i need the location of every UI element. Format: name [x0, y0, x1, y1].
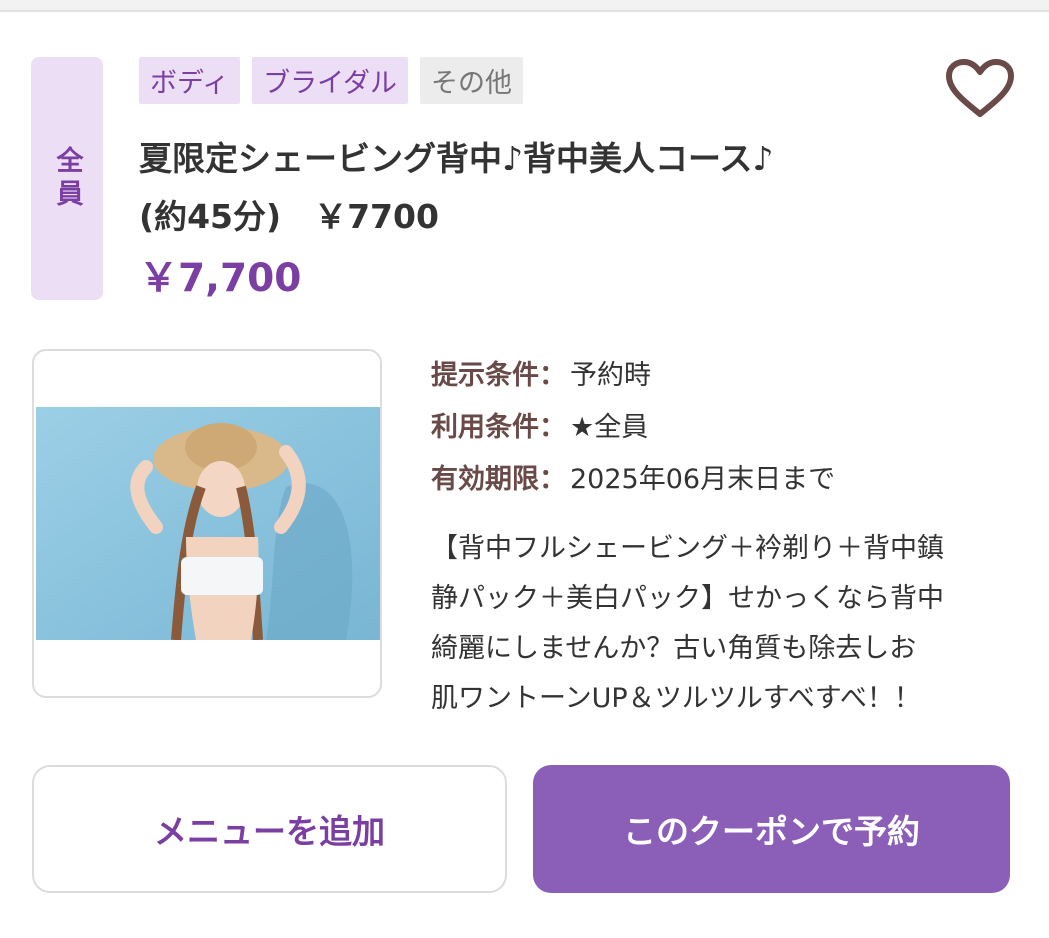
description-line: 綺麗にしませんか？古い角質も除去しお — [431, 633, 917, 664]
condition-row: 提示条件： 予約時 — [431, 346, 835, 398]
coupon-description: 【背中フルシェービング＋衿剃り＋背中鎮 静パック＋美白パック】せかっくなら背中 … — [431, 524, 1021, 724]
coupon-photo — [36, 407, 380, 640]
condition-label: 有効期限： — [431, 463, 566, 495]
coupon-photo-frame — [32, 349, 382, 698]
coupon-title-line2: (約45分) ￥7700 — [139, 197, 439, 236]
condition-row: 利用条件： ★全員 — [431, 398, 835, 450]
tag-bridal: ブライダル — [252, 57, 409, 104]
add-menu-button[interactable]: メニューを追加 — [32, 765, 507, 893]
condition-label: 利用条件： — [431, 411, 566, 443]
target-badge: 全員 — [31, 57, 103, 300]
condition-label: 提示条件： — [431, 359, 566, 391]
description-line: 肌ワントーンUP＆ツルツルすべすべ！！ — [431, 683, 921, 714]
tag-other: その他 — [420, 57, 524, 104]
description-line: 静パック＋美白パック】せかっくなら背中 — [431, 583, 944, 614]
reserve-coupon-button[interactable]: このクーポンで予約 — [533, 765, 1010, 893]
tag-body: ボディ — [139, 57, 241, 104]
coupon-title: 夏限定シェービング背中♪背中美人コース♪ (約45分) ￥7700 — [139, 130, 899, 246]
condition-value: 予約時 — [570, 359, 651, 391]
coupon-title-line1: 夏限定シェービング背中♪背中美人コース♪ — [139, 139, 774, 178]
coupon-conditions: 提示条件： 予約時 利用条件： ★全員 有効期限： 2025年06月末日まで — [431, 346, 835, 502]
condition-value: 2025年06月末日まで — [570, 463, 836, 495]
top-divider — [0, 0, 1049, 12]
coupon-price: ￥7,700 — [139, 256, 302, 301]
heart-icon[interactable] — [945, 58, 1015, 120]
description-line: 【背中フルシェービング＋衿剃り＋背中鎮 — [431, 533, 944, 564]
target-badge-label: 全員 — [51, 145, 83, 212]
condition-value: ★全員 — [570, 411, 649, 443]
condition-row: 有効期限： 2025年06月末日まで — [431, 450, 835, 502]
category-tags: ボディ ブライダル その他 — [139, 57, 524, 104]
